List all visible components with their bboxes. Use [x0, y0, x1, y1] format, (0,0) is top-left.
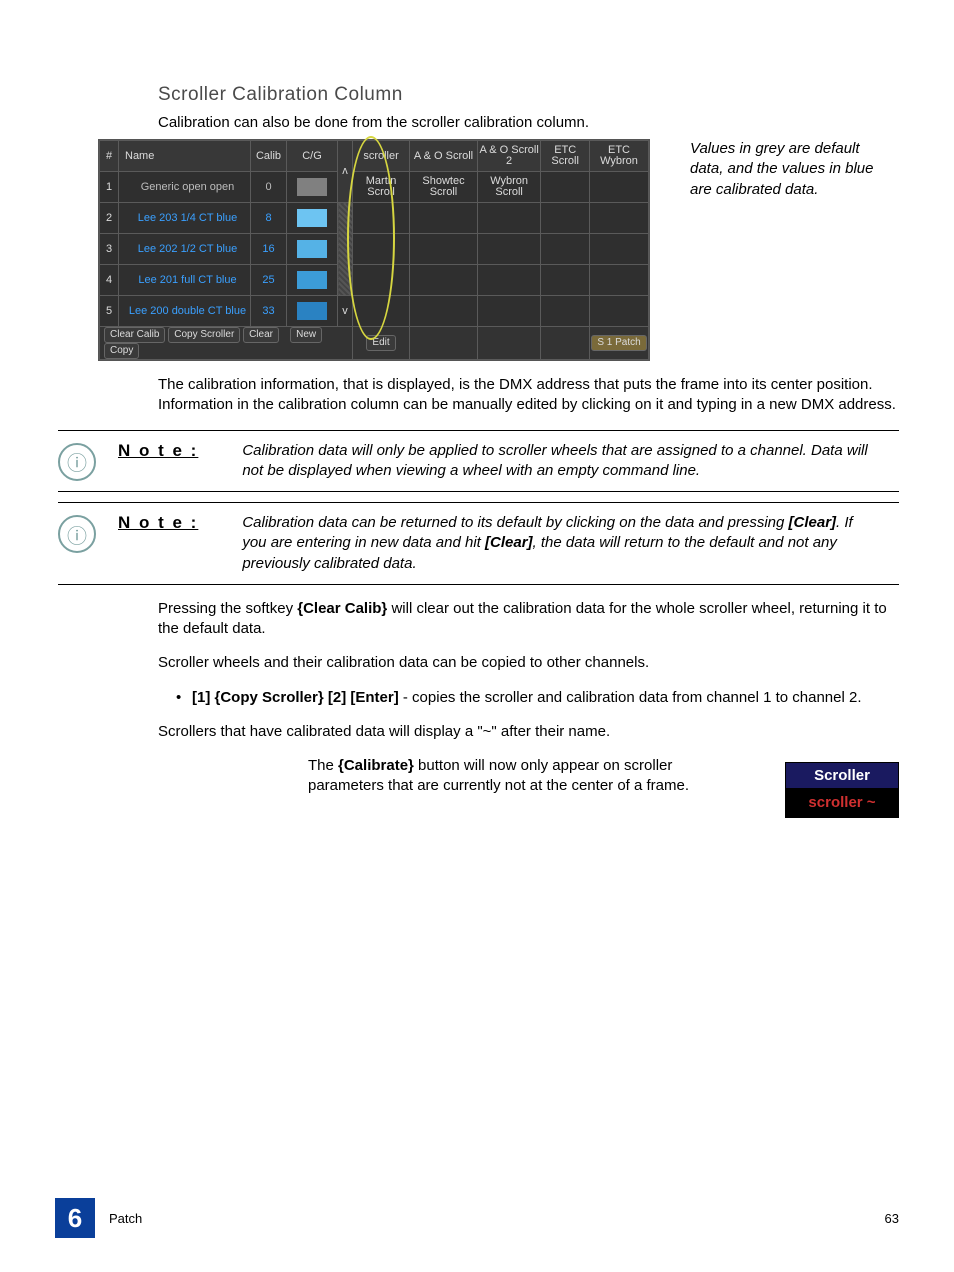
copy-button[interactable]: Copy	[104, 343, 139, 359]
calib-cell[interactable]: 8	[251, 203, 287, 234]
body-text: The calibration information, that is dis…	[158, 375, 899, 416]
table-row: 3 Lee 202 1/2 CT blue 16	[100, 234, 649, 265]
note-label: N o t e :	[118, 441, 198, 482]
clear-calib-button[interactable]: Clear Calib	[104, 327, 165, 343]
copy-scroller-button[interactable]: Copy Scroller	[168, 327, 240, 343]
note-text: Calibration data can be returned to its …	[242, 513, 879, 574]
calib-cell[interactable]: 33	[251, 296, 287, 327]
note-text: Calibration data will only be applied to…	[242, 441, 879, 482]
note-label: N o t e :	[118, 513, 198, 574]
scroller-title: Scroller	[786, 763, 898, 788]
calibration-screenshot: # Name Calib C/G ʌ scroller A & O Scroll…	[98, 139, 650, 361]
body-text: Scroller wheels and their calibration da…	[158, 653, 899, 673]
aside-text: Values in grey are default data, and the…	[690, 139, 890, 200]
th-c1: A & O Scroll	[410, 141, 478, 172]
cell[interactable]: Lee 203 1/4 CT blue	[119, 203, 251, 234]
body-text: The {Calibrate} button will now only app…	[308, 756, 738, 797]
scroll-down[interactable]: v	[338, 296, 353, 327]
note-callout: ⓘ N o t e : Calibration data can be retu…	[58, 502, 899, 585]
cell[interactable]: Lee 201 full CT blue	[119, 265, 251, 296]
cell	[541, 172, 590, 203]
info-icon: ⓘ	[58, 443, 96, 481]
cell	[287, 172, 338, 203]
body-text: Pressing the softkey {Clear Calib} will …	[158, 599, 899, 640]
cell: 3	[100, 234, 119, 265]
th-name: Name	[119, 141, 251, 172]
cell: Showtec Scroll	[410, 172, 478, 203]
th-calib: Calib	[251, 141, 287, 172]
cell	[287, 296, 338, 327]
th-num: #	[100, 141, 119, 172]
clear-button[interactable]: Clear	[243, 327, 279, 343]
chapter-number: 6	[55, 1198, 95, 1238]
scroll-up[interactable]: ʌ	[338, 141, 353, 203]
section-title: Scroller Calibration Column	[158, 84, 899, 106]
th-cg: C/G	[287, 141, 338, 172]
th-c4: ETC Wybron	[590, 141, 649, 172]
cell[interactable]: Lee 202 1/2 CT blue	[119, 234, 251, 265]
cell	[287, 234, 338, 265]
cell: 4	[100, 265, 119, 296]
cell: 1	[100, 172, 119, 203]
cell: Wybron Scroll	[477, 172, 540, 203]
table-row: 5 Lee 200 double CT blue 33 v	[100, 296, 649, 327]
new-button[interactable]: New	[290, 327, 322, 343]
calib-cell[interactable]: 16	[251, 234, 287, 265]
cell[interactable]: Generic open open	[119, 172, 251, 203]
cell[interactable]: Lee 200 double CT blue	[119, 296, 251, 327]
chapter-label: Patch	[109, 1211, 142, 1226]
cell: 5	[100, 296, 119, 327]
table-row: 1 Generic open open 0 Martin Scroll Show…	[100, 172, 649, 203]
th-c0: scroller	[353, 141, 410, 172]
th-c2: A & O Scroll 2	[477, 141, 540, 172]
scroller-value: scroller ~	[786, 788, 898, 817]
th-c3: ETC Scroll	[541, 141, 590, 172]
button-row: Clear Calib Copy Scroller Clear New Copy	[100, 327, 353, 360]
scroll-track[interactable]	[338, 203, 353, 296]
table-row: 4 Lee 201 full CT blue 25	[100, 265, 649, 296]
page-number: 63	[885, 1211, 899, 1226]
body-text: Scrollers that have calibrated data will…	[158, 722, 899, 742]
cell: 2	[100, 203, 119, 234]
scroller-preview: Scroller scroller ~	[785, 762, 899, 818]
calib-cell[interactable]: 25	[251, 265, 287, 296]
cell: Martin Scroll	[353, 172, 410, 203]
cell	[287, 203, 338, 234]
cell	[590, 172, 649, 203]
edit-button[interactable]: Edit	[353, 327, 410, 360]
cell	[287, 265, 338, 296]
patch-button[interactable]: S 1 Patch	[590, 327, 649, 360]
info-icon: ⓘ	[58, 515, 96, 553]
list-item: [1] {Copy Scroller} [2] [Enter] - copies…	[176, 688, 899, 708]
intro-text: Calibration can also be done from the sc…	[158, 114, 899, 131]
table-row: 2 Lee 203 1/4 CT blue 8	[100, 203, 649, 234]
calib-cell[interactable]: 0	[251, 172, 287, 203]
page-footer: 6 Patch 63	[55, 1198, 899, 1238]
note-callout: ⓘ N o t e : Calibration data will only b…	[58, 430, 899, 493]
